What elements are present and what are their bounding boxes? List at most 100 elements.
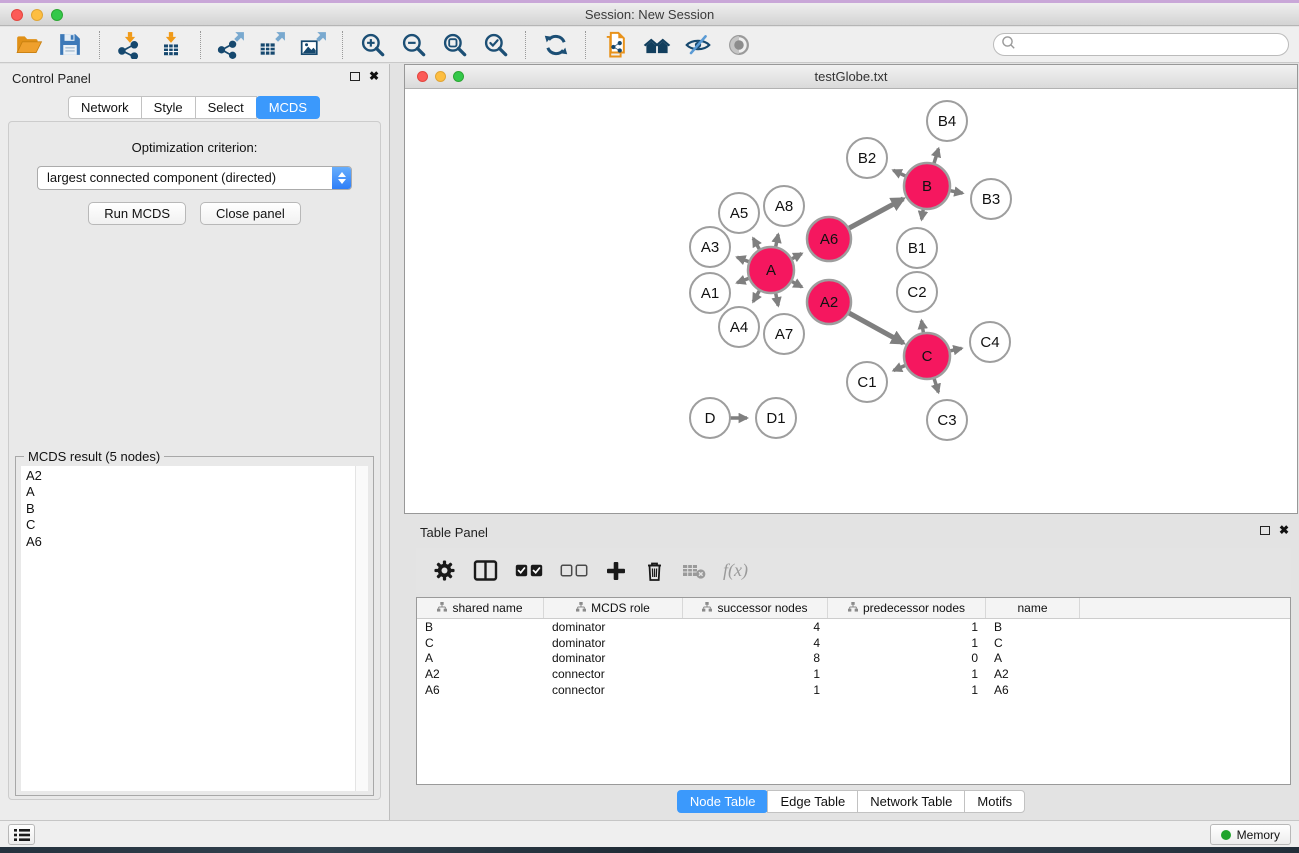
node-label-A8: A8 — [775, 198, 793, 215]
save-session-icon[interactable] — [51, 29, 88, 61]
memory-button[interactable]: Memory — [1210, 824, 1291, 845]
delete-column-trash-icon[interactable] — [644, 559, 665, 582]
table-settings-gear-icon[interactable] — [433, 559, 456, 582]
create-column-plus-icon[interactable] — [605, 560, 627, 582]
table-cell: 1 — [828, 636, 986, 650]
mcds-result-item[interactable]: A2 — [21, 468, 368, 484]
network-window-titlebar[interactable]: testGlobe.txt — [405, 65, 1297, 89]
table-cell: connector — [544, 667, 683, 681]
export-image-icon[interactable] — [294, 29, 331, 61]
node-label-A4: A4 — [730, 319, 748, 336]
run-mcds-button[interactable]: Run MCDS — [88, 202, 186, 225]
column-header-filler — [1080, 598, 1290, 618]
task-history-button[interactable] — [8, 824, 35, 845]
scrollbar-track[interactable] — [355, 466, 368, 791]
node-label-A5: A5 — [730, 205, 748, 222]
search-icon — [1000, 34, 1017, 56]
tab-select[interactable]: Select — [195, 96, 257, 119]
desktop-background-strip — [0, 847, 1299, 853]
deselect-all-icon[interactable] — [560, 564, 588, 577]
node-label-C2: C2 — [907, 284, 926, 301]
node-label-B4: B4 — [938, 113, 956, 130]
window-title: Session: New Session — [0, 3, 1299, 26]
mcds-result-item[interactable]: C — [21, 517, 368, 533]
node-table: shared nameMCDS rolesuccessor nodesprede… — [416, 597, 1291, 785]
node-label-D1: D1 — [766, 410, 785, 427]
node-label-B2: B2 — [858, 150, 876, 167]
eye-icon[interactable] — [720, 29, 757, 61]
zoom-fit-icon[interactable] — [436, 29, 473, 61]
float-table-panel-icon[interactable] — [1260, 526, 1270, 535]
delete-table-icon[interactable] — [682, 562, 706, 580]
tab-mcds[interactable]: MCDS — [256, 96, 320, 119]
table-cell: 8 — [683, 651, 828, 665]
table-cell: dominator — [544, 651, 683, 665]
node-label-C: C — [922, 348, 933, 365]
close-panel-icon[interactable]: ✖ — [369, 71, 379, 81]
node-label-D: D — [705, 410, 716, 427]
zoom-in-icon[interactable] — [354, 29, 391, 61]
table-cell: 1 — [683, 667, 828, 681]
zoom-selected-icon[interactable] — [477, 29, 514, 61]
table-cell: C — [417, 636, 544, 650]
import-table-icon[interactable] — [152, 29, 189, 61]
table-cell: 1 — [828, 667, 986, 681]
zoom-out-icon[interactable] — [395, 29, 432, 61]
mcds-panel: Optimization criterion: largest connecte… — [8, 121, 381, 800]
column-header-predecessor-nodes[interactable]: predecessor nodes — [828, 598, 986, 618]
table-cell: 0 — [828, 651, 986, 665]
search-input[interactable] — [1017, 35, 1288, 54]
network-canvas-area: B4B2BB3A5A8A6B1A3AC2A1A2A4A7C4CC1DD1C3 — [405, 89, 1297, 513]
float-panel-icon[interactable] — [350, 72, 360, 81]
table-cell: dominator — [544, 620, 683, 634]
table-cell: A6 — [986, 683, 1080, 697]
toolbar-separator — [525, 31, 526, 59]
table-panel-tabs: Node TableEdge TableNetwork TableMotifs — [404, 790, 1299, 813]
column-header-successor-nodes[interactable]: successor nodes — [683, 598, 828, 618]
search-box — [993, 33, 1289, 56]
shared-column-icon — [437, 601, 447, 615]
graphics-details-icon[interactable] — [679, 29, 716, 61]
import-network-icon[interactable] — [111, 29, 148, 61]
mcds-result-item[interactable]: A — [21, 484, 368, 500]
table-cell: 1 — [828, 683, 986, 697]
close-panel-button[interactable]: Close panel — [200, 202, 301, 225]
node-label-C1: C1 — [857, 374, 876, 391]
export-table-icon[interactable] — [253, 29, 290, 61]
close-table-panel-icon[interactable]: ✖ — [1279, 525, 1289, 535]
table-cell: 4 — [683, 636, 828, 650]
table-row[interactable]: Adominator80A — [417, 651, 1290, 667]
duplicate-network-icon[interactable] — [597, 29, 634, 61]
table-cell: A — [417, 651, 544, 665]
table-row[interactable]: A2connector11A2 — [417, 666, 1290, 682]
network-canvas[interactable]: B4B2BB3A5A8A6B1A3AC2A1A2A4A7C4CC1DD1C3 — [405, 89, 1297, 513]
tab-motifs[interactable]: Motifs — [964, 790, 1025, 813]
toolbar-separator — [585, 31, 586, 59]
tab-style[interactable]: Style — [141, 96, 196, 119]
criterion-dropdown[interactable]: largest connected component (directed) — [37, 166, 352, 190]
export-network-icon[interactable] — [212, 29, 249, 61]
function-builder-icon[interactable]: f(x) — [723, 560, 748, 581]
column-header-mcds-role[interactable]: MCDS role — [544, 598, 683, 618]
tab-edge-table[interactable]: Edge Table — [767, 790, 858, 813]
column-header-shared-name[interactable]: shared name — [417, 598, 544, 618]
table-row[interactable]: Bdominator41B — [417, 619, 1290, 635]
column-header-name[interactable]: name — [986, 598, 1080, 618]
tab-node-table[interactable]: Node Table — [677, 790, 769, 813]
homes-icon[interactable] — [638, 29, 675, 61]
tab-network[interactable]: Network — [68, 96, 142, 119]
open-session-icon[interactable] — [10, 29, 47, 61]
tab-network-table[interactable]: Network Table — [857, 790, 965, 813]
table-cell: 4 — [683, 620, 828, 634]
table-cell: A6 — [417, 683, 544, 697]
table-cell: A2 — [986, 667, 1080, 681]
mcds-result-item[interactable]: A6 — [21, 534, 368, 550]
shared-column-icon — [848, 601, 858, 615]
select-all-icon[interactable] — [515, 564, 543, 577]
toolbar-separator — [200, 31, 201, 59]
mcds-result-item[interactable]: B — [21, 501, 368, 517]
refresh-icon[interactable] — [537, 29, 574, 61]
table-row[interactable]: A6connector11A6 — [417, 682, 1290, 698]
show-column-icon[interactable] — [473, 559, 498, 582]
table-row[interactable]: Cdominator41C — [417, 635, 1290, 651]
